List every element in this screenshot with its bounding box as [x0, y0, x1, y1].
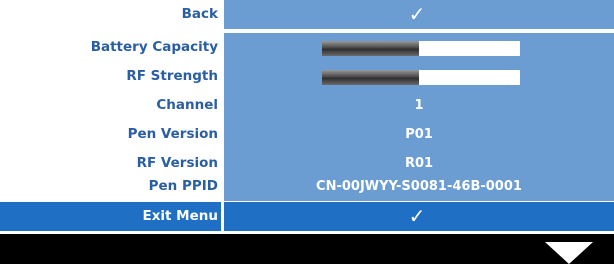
exit-menu-value[interactable]: ✓ — [224, 202, 614, 231]
rf-strength-bar-fill — [322, 70, 420, 85]
back-label: Back — [181, 6, 218, 22]
battery-capacity-bar — [322, 41, 520, 56]
menu-row-rf-strength: RF Strength — [0, 62, 614, 91]
rf-strength-bar — [322, 70, 520, 85]
pen-version-value: P01 — [224, 120, 614, 149]
menu-row-pen-version: Pen Version P01 — [0, 120, 614, 149]
pen-ppid-label: Pen PPID — [148, 178, 218, 194]
checkmark-icon: ✓ — [408, 2, 426, 26]
battery-capacity-bar-fill — [322, 41, 420, 56]
menu-row-battery-capacity: Battery Capacity — [0, 33, 614, 62]
channel-label: Channel — [156, 97, 218, 113]
menu-row-pen-ppid: Pen PPID CN-00JWYY-S0081-46B-0001 — [0, 172, 614, 201]
back-value[interactable]: ✓ — [224, 0, 614, 29]
checkmark-icon: ✓ — [408, 204, 426, 228]
channel-value: 1 — [224, 91, 614, 120]
rf-strength-label: RF Strength — [126, 68, 218, 84]
exit-menu-label: Exit Menu — [142, 208, 218, 224]
battery-capacity-label: Battery Capacity — [90, 39, 218, 55]
menu-row-back[interactable]: Back ✓ — [0, 0, 614, 29]
exit-menu-row[interactable]: Exit Menu ✓ — [0, 202, 614, 231]
pen-version-label: Pen Version — [127, 126, 218, 142]
scroll-down-triangle-icon[interactable] — [545, 242, 593, 264]
battery-capacity-value — [224, 33, 614, 62]
pen-ppid-value: CN-00JWYY-S0081-46B-0001 — [224, 172, 614, 201]
osd-menu: Back ✓ Battery Capacity RF Strength Chan… — [0, 0, 614, 264]
rf-strength-value — [224, 62, 614, 91]
menu-row-channel: Channel 1 — [0, 91, 614, 120]
menu-footer — [0, 234, 614, 264]
